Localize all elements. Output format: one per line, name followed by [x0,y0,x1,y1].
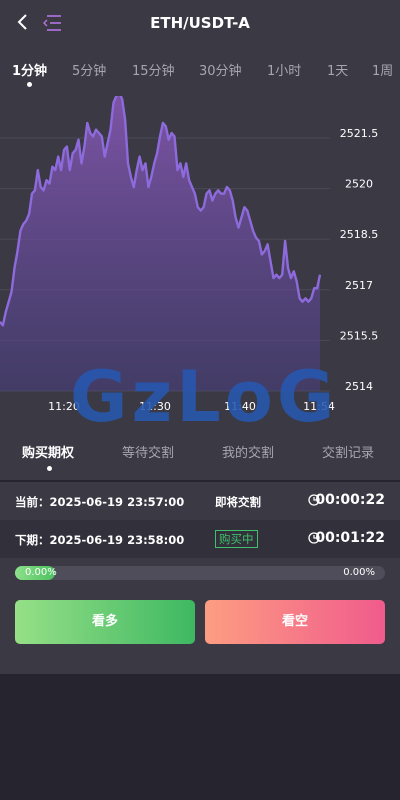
next-period-row: 下期：2025-06-19 23:58:00 购买中 00:01:22 [0,520,400,558]
current-countdown: 00:00:22 [315,492,385,508]
current-period-status: 即将交割 [215,495,261,509]
order-tabs: 购买期权 等待交割 我的交割 交割记录 [0,426,400,480]
timeframe-1day[interactable]: 1天 [327,60,348,79]
tab-my-delivery[interactable]: 我的交割 [222,442,274,461]
timeframe-1week[interactable]: 1周 [372,60,393,79]
timeframe-1min[interactable]: 1分钟 [12,60,47,79]
current-period-row: 当前：2025-06-19 23:57:00 即将交割 00:00:22 [0,482,400,520]
y-tick-label: 2518.5 [340,228,379,241]
buy-up-button[interactable]: 看多 [15,600,195,644]
y-tick-label: 2514 [345,380,373,393]
y-tick-label: 2515.5 [340,329,379,342]
next-period-status-badge: 购买中 [215,530,258,548]
header-bar: ETH/USDT-A [0,0,400,46]
active-indicator-dot [27,82,32,87]
y-tick-label: 2521.5 [340,127,379,140]
next-period-label: 下期：2025-06-19 23:58:00 [15,533,185,547]
timeframe-5min[interactable]: 5分钟 [72,60,106,79]
ratio-progress-bar: 0.00% 0.00% [15,566,385,580]
page-title: ETH/USDT-A [150,14,250,32]
tab-waiting-delivery[interactable]: 等待交割 [122,442,174,461]
timeframe-bar: 1分钟 5分钟 15分钟 30分钟 1小时 1天 1周 [0,46,400,96]
action-panel: 0.00% 0.00% 看多 看空 [0,558,400,674]
tab-buy-options[interactable]: 购买期权 [22,442,74,461]
current-period-label: 当前：2025-06-19 23:57:00 [15,495,185,509]
active-tab-dot [47,466,52,471]
next-countdown: 00:01:22 [315,530,385,546]
timeframe-30min[interactable]: 30分钟 [199,60,242,79]
y-tick-label: 2517 [345,279,373,292]
timeframe-1hour[interactable]: 1小时 [267,60,301,79]
buy-down-button[interactable]: 看空 [205,600,385,644]
timeframe-15min[interactable]: 15分钟 [132,60,175,79]
tab-delivery-records[interactable]: 交割记录 [322,442,374,461]
progress-left-value: 0.00% [25,567,57,578]
progress-right-value: 0.00% [343,567,375,578]
y-tick-label: 2520 [345,178,373,191]
